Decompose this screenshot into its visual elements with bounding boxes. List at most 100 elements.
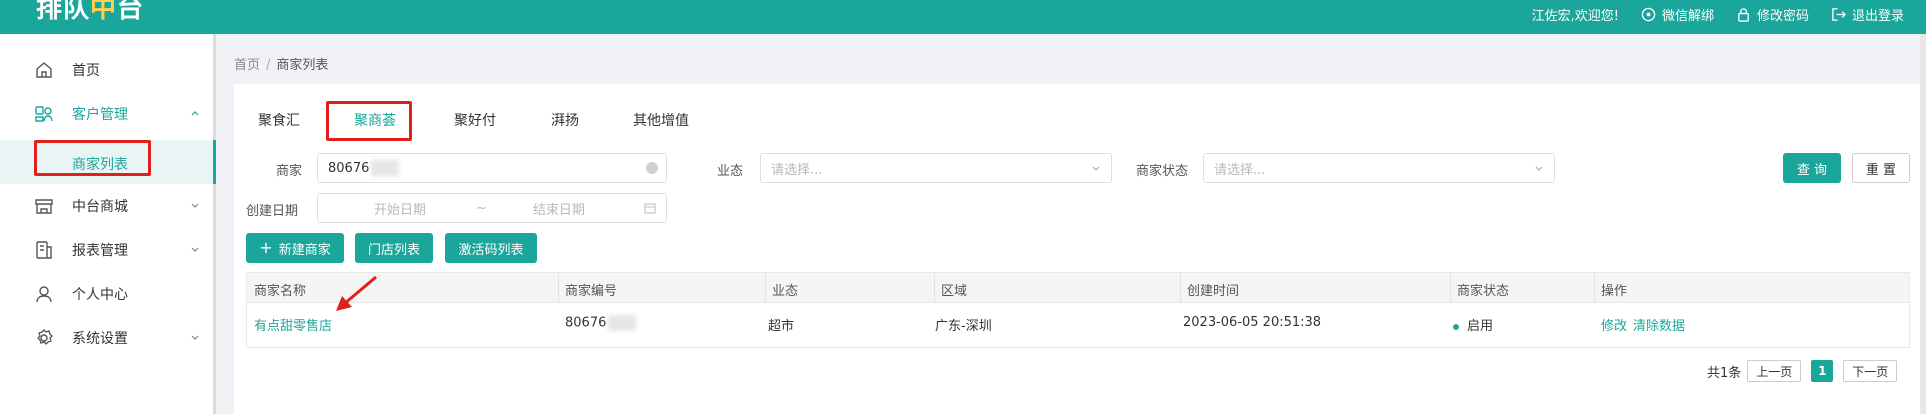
- sidebar-item-customer[interactable]: 客户管理: [0, 92, 213, 136]
- page-scrollbar[interactable]: [1920, 34, 1926, 414]
- column-divider: [765, 273, 766, 303]
- next-page-button[interactable]: 下一页: [1843, 360, 1898, 382]
- merchant-search-input[interactable]: 80676: [317, 153, 667, 183]
- business-select[interactable]: 请选择...: [760, 153, 1112, 183]
- chevron-up-icon: [191, 111, 199, 116]
- calendar-icon: [644, 203, 656, 214]
- top-header: 排队中台 江佐宏,欢迎您! 微信解绑 修改密码 退出登录: [0, 0, 1926, 34]
- table-header: 商家名称 商家编号 业态 区域 创建时间 商家状态 操作: [247, 273, 1909, 303]
- merchant-table: 商家名称 商家编号 业态 区域 创建时间 商家状态 操作 有点甜零售店 8067…: [246, 272, 1910, 348]
- sidebar-item-label: 首页: [72, 63, 100, 79]
- chevron-down-icon: [1092, 166, 1100, 171]
- status-dot: [1453, 323, 1459, 330]
- date-separator: ~: [476, 200, 487, 216]
- business-select-placeholder: 请选择...: [771, 162, 823, 178]
- breadcrumb-separator: /: [266, 58, 271, 73]
- sidebar-item-report[interactable]: 报表管理: [0, 228, 213, 272]
- change-password-button[interactable]: 修改密码: [1736, 5, 1809, 24]
- sidebar-item-home[interactable]: 首页: [0, 48, 213, 92]
- sidebar-item-settings[interactable]: 系统设置: [0, 316, 213, 360]
- header-actions: 江佐宏,欢迎您! 微信解绑 修改密码 退出登录: [1532, 0, 1904, 28]
- pagination: 共1条 上一页 1 下一页: [1707, 360, 1898, 382]
- lock-icon: [1738, 7, 1749, 22]
- column-header: 业态: [772, 284, 799, 299]
- clear-icon[interactable]: [646, 162, 658, 174]
- column-divider: [934, 273, 935, 303]
- sidebar-item-label: 报表管理: [72, 243, 128, 259]
- tab-juhaofu[interactable]: 聚好付: [454, 110, 496, 130]
- date-range-picker[interactable]: 开始日期 ~ 结束日期: [317, 193, 667, 223]
- home-icon: [36, 62, 52, 78]
- region-cell: 广东-深圳: [935, 319, 992, 334]
- app-logo[interactable]: 排队中台: [36, 0, 144, 24]
- activation-code-list-button[interactable]: 激活码列表: [445, 233, 537, 263]
- customer-icon: [35, 106, 53, 122]
- wechat-icon: [1641, 7, 1656, 21]
- wechat-unbind-label: 微信解绑: [1661, 8, 1714, 24]
- business-cell: 超市: [768, 319, 795, 334]
- business-label: 业态: [717, 164, 744, 179]
- status-select[interactable]: 请选择...: [1203, 153, 1555, 183]
- plus-icon: +: [259, 238, 273, 257]
- sidebar-item-label: 个人中心: [72, 287, 128, 303]
- merchant-code-value: 80676: [565, 315, 607, 331]
- settings-icon: [37, 329, 53, 345]
- breadcrumb: 首页 / 商家列表: [234, 54, 328, 73]
- merchant-name-link[interactable]: 有点甜零售店: [254, 315, 332, 334]
- redacted-mask: [371, 160, 400, 176]
- chevron-down-icon: [191, 203, 199, 208]
- status-label: 商家状态: [1136, 164, 1189, 179]
- column-header: 商家状态: [1457, 284, 1510, 299]
- change-password-label: 修改密码: [1756, 8, 1809, 24]
- date-start-placeholder: 开始日期: [374, 202, 427, 218]
- created-time-cell: 2023-06-05 20:51:38: [1183, 315, 1322, 330]
- total-count: 共1条: [1707, 365, 1742, 381]
- merchant-code-cell: 80676: [565, 315, 637, 331]
- annotation-arrow-icon: [336, 275, 377, 311]
- prev-page-button[interactable]: 上一页: [1747, 360, 1802, 382]
- column-header: 区域: [941, 284, 968, 299]
- sidebar-item-label: 中台商城: [72, 199, 128, 215]
- column-divider: [1594, 273, 1595, 303]
- chevron-down-icon: [191, 335, 199, 340]
- sidebar: 首页 客户管理 商家列表 中台商城 报表管理 个人中心 系统设置: [0, 34, 216, 414]
- chevron-down-icon: [1535, 166, 1543, 171]
- date-end-placeholder: 结束日期: [532, 202, 585, 218]
- report-icon: [36, 241, 52, 259]
- welcome-text: 江佐宏,欢迎您!: [1531, 8, 1619, 24]
- column-divider: [558, 273, 559, 303]
- active-indicator: [213, 140, 216, 184]
- column-header: 创建时间: [1187, 284, 1240, 299]
- tab-paiyang[interactable]: 湃扬: [551, 110, 579, 130]
- sidebar-item-profile[interactable]: 个人中心: [0, 272, 213, 316]
- merchant-input-value: 80676: [328, 160, 370, 176]
- column-header: 操作: [1601, 284, 1628, 299]
- column-header: 商家名称: [254, 284, 307, 299]
- clear-data-link[interactable]: 清除数据: [1633, 315, 1685, 334]
- column-header: 商家编号: [565, 284, 618, 299]
- logout-button[interactable]: 退出登录: [1831, 5, 1904, 24]
- chevron-down-icon: [191, 247, 199, 252]
- user-icon: [36, 286, 52, 303]
- new-merchant-label: 新建商家: [278, 242, 331, 258]
- reset-button[interactable]: 重 置: [1852, 153, 1910, 183]
- status-text: 启用: [1467, 319, 1494, 334]
- status-select-placeholder: 请选择...: [1214, 162, 1266, 178]
- sidebar-item-store[interactable]: 中台商城: [0, 184, 213, 228]
- edit-link[interactable]: 修改: [1601, 315, 1627, 334]
- query-button[interactable]: 查 询: [1783, 153, 1841, 183]
- sidebar-item-label: 系统设置: [72, 331, 128, 347]
- annotation-highlight-box: [34, 140, 151, 176]
- date-label: 创建日期: [246, 204, 299, 219]
- wechat-unbind-button[interactable]: 微信解绑: [1641, 5, 1714, 24]
- tab-other[interactable]: 其他增值: [633, 110, 689, 130]
- breadcrumb-home[interactable]: 首页: [234, 58, 260, 73]
- current-page[interactable]: 1: [1811, 360, 1834, 382]
- annotation-highlight-box: [326, 101, 412, 141]
- logout-label: 退出登录: [1851, 8, 1904, 24]
- store-icon: [35, 199, 53, 214]
- tab-jushihui[interactable]: 聚食汇: [258, 110, 300, 130]
- store-list-button[interactable]: 门店列表: [355, 233, 433, 263]
- breadcrumb-current: 商家列表: [276, 58, 329, 73]
- new-merchant-button[interactable]: + 新建商家: [246, 233, 344, 263]
